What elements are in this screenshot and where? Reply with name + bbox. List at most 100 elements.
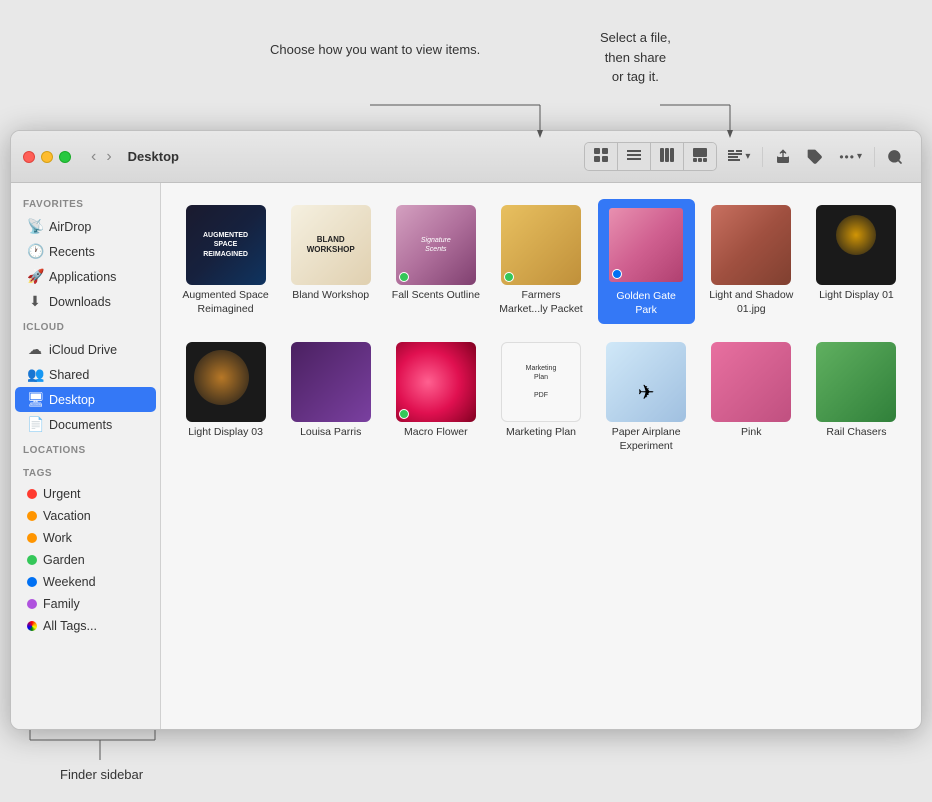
traffic-lights: [23, 151, 71, 163]
toolbar-right: ▾ ••• ▾: [584, 142, 909, 171]
file-item-fall-scents-outline[interactable]: SignatureScentsFall Scents Outline: [387, 199, 484, 324]
sidebar-item-recents[interactable]: 🕐 Recents: [15, 239, 156, 264]
view-buttons: [584, 142, 717, 171]
group-button[interactable]: ▾: [721, 145, 756, 169]
view-callout: Choose how you want to view items.: [270, 40, 480, 60]
file-label: Light and Shadow 01.jpg: [707, 289, 796, 316]
file-thumb: [606, 205, 686, 285]
file-item-rail-chasers[interactable]: Rail Chasers: [808, 336, 905, 459]
recents-icon: 🕐: [27, 243, 43, 260]
sidebar-item-urgent[interactable]: Urgent: [15, 483, 156, 505]
file-label: Fall Scents Outline: [392, 289, 480, 303]
file-thumb: [816, 342, 896, 422]
finder-sidebar: Favorites 📡 AirDrop 🕐 Recents 🚀 Applicat…: [11, 183, 161, 729]
file-label: Golden Gate Park: [602, 289, 691, 318]
column-view-button[interactable]: [651, 143, 684, 170]
shared-icon: 👥: [27, 366, 43, 383]
file-thumb: [186, 342, 266, 422]
list-view-button[interactable]: [618, 143, 651, 170]
file-item-light-display-03[interactable]: Light Display 03: [177, 336, 274, 459]
file-item-marketing-plan[interactable]: MarketingPlanPDFMarketing Plan: [492, 336, 589, 459]
file-thumb: BLANDWORKSHOP: [291, 205, 371, 285]
more-dropdown-arrow: ▾: [857, 151, 862, 162]
file-label: Macro Flower: [404, 426, 468, 440]
garden-dot: [27, 555, 37, 565]
favorites-header: Favorites: [11, 191, 160, 214]
sidebar-item-vacation[interactable]: Vacation: [15, 505, 156, 527]
tag-indicator: [399, 409, 409, 419]
content-area: Favorites 📡 AirDrop 🕐 Recents 🚀 Applicat…: [11, 183, 921, 729]
file-item-light-display-01[interactable]: Light Display 01: [808, 199, 905, 324]
sidebar-item-all-tags[interactable]: All Tags...: [15, 615, 156, 637]
urgent-dot: [27, 489, 37, 499]
vacation-dot: [27, 511, 37, 521]
sidebar-item-garden[interactable]: Garden: [15, 549, 156, 571]
sidebar-item-work[interactable]: Work: [15, 527, 156, 549]
file-thumb: MarketingPlanPDF: [501, 342, 581, 422]
locations-header: Locations: [11, 437, 160, 460]
downloads-icon: ⬇: [27, 293, 43, 310]
sidebar-item-shared[interactable]: 👥 Shared: [15, 362, 156, 387]
sidebar-item-documents[interactable]: 📄 Documents: [15, 412, 156, 437]
sidebar-item-weekend[interactable]: Weekend: [15, 571, 156, 593]
forward-button[interactable]: ›: [102, 146, 115, 168]
file-area: AUGMENTEDSPACEREIMAGINEDAugmented Space …: [161, 183, 921, 729]
group-dropdown-arrow: ▾: [745, 151, 750, 162]
file-label: Paper Airplane Experiment: [602, 426, 691, 453]
more-button[interactable]: ••• ▾: [833, 146, 868, 168]
sidebar-item-icloud-drive[interactable]: ☁ iCloud Drive: [15, 337, 156, 362]
work-dot: [27, 533, 37, 543]
documents-icon: 📄: [27, 416, 43, 433]
file-label: Bland Workshop: [292, 289, 369, 303]
desktop-icon: 🖥: [27, 391, 43, 408]
file-item-augmented-space-reimagined[interactable]: AUGMENTEDSPACEREIMAGINEDAugmented Space …: [177, 199, 274, 324]
file-item-macro-flower[interactable]: Macro Flower: [387, 336, 484, 459]
maximize-button[interactable]: [59, 151, 71, 163]
sidebar-item-applications[interactable]: 🚀 Applications: [15, 264, 156, 289]
file-label: Louisa Parris: [300, 426, 361, 440]
icon-view-button[interactable]: [585, 143, 618, 170]
file-item-farmers-marketly-packet[interactable]: Farmers Market...ly Packet: [492, 199, 589, 324]
file-label: Farmers Market...ly Packet: [496, 289, 585, 316]
file-item-light-and-shadow-01jpg[interactable]: Light and Shadow 01.jpg: [703, 199, 800, 324]
family-dot: [27, 599, 37, 609]
file-item-golden-gate-park[interactable]: Golden Gate Park: [598, 199, 695, 324]
file-label: Augmented Space Reimagined: [181, 289, 270, 316]
toolbar-separator-2: [874, 147, 875, 167]
search-button[interactable]: [881, 145, 909, 169]
tag-button[interactable]: [801, 145, 829, 169]
airdrop-icon: 📡: [27, 218, 43, 235]
sidebar-item-downloads[interactable]: ⬇ Downloads: [15, 289, 156, 314]
file-thumb: [291, 342, 371, 422]
sidebar-item-desktop[interactable]: 🖥 Desktop: [15, 387, 156, 412]
minimize-button[interactable]: [41, 151, 53, 163]
all-tags-dot: [27, 621, 37, 631]
file-thumb: [501, 205, 581, 285]
close-button[interactable]: [23, 151, 35, 163]
tag-indicator: [399, 272, 409, 282]
sidebar-item-family[interactable]: Family: [15, 593, 156, 615]
tags-header: Tags: [11, 460, 160, 483]
share-callout: Select a file,then shareor tag it.: [600, 28, 671, 87]
icloud-drive-icon: ☁: [27, 341, 43, 358]
file-thumb: [711, 205, 791, 285]
tag-indicator: [612, 269, 622, 279]
file-thumb: [711, 342, 791, 422]
gallery-view-button[interactable]: [684, 143, 716, 170]
sidebar-callout: Finder sidebar: [60, 767, 143, 782]
file-item-pink[interactable]: Pink: [703, 336, 800, 459]
icloud-header: iCloud: [11, 314, 160, 337]
file-item-louisa-parris[interactable]: Louisa Parris: [282, 336, 379, 459]
toolbar-separator-1: [762, 147, 763, 167]
file-label: Rail Chasers: [826, 426, 886, 440]
share-button[interactable]: [769, 145, 797, 169]
file-grid: AUGMENTEDSPACEREIMAGINEDAugmented Space …: [177, 199, 905, 460]
sidebar-item-airdrop[interactable]: 📡 AirDrop: [15, 214, 156, 239]
file-thumb: ✈: [606, 342, 686, 422]
file-item-paper-airplane-experiment[interactable]: ✈ Paper Airplane Experiment: [598, 336, 695, 459]
file-item-bland-workshop[interactable]: BLANDWORKSHOP Bland Workshop: [282, 199, 379, 324]
tag-indicator: [504, 272, 514, 282]
back-button[interactable]: ‹: [87, 146, 100, 168]
finder-window: ‹ › Desktop: [10, 130, 922, 730]
weekend-dot: [27, 577, 37, 587]
